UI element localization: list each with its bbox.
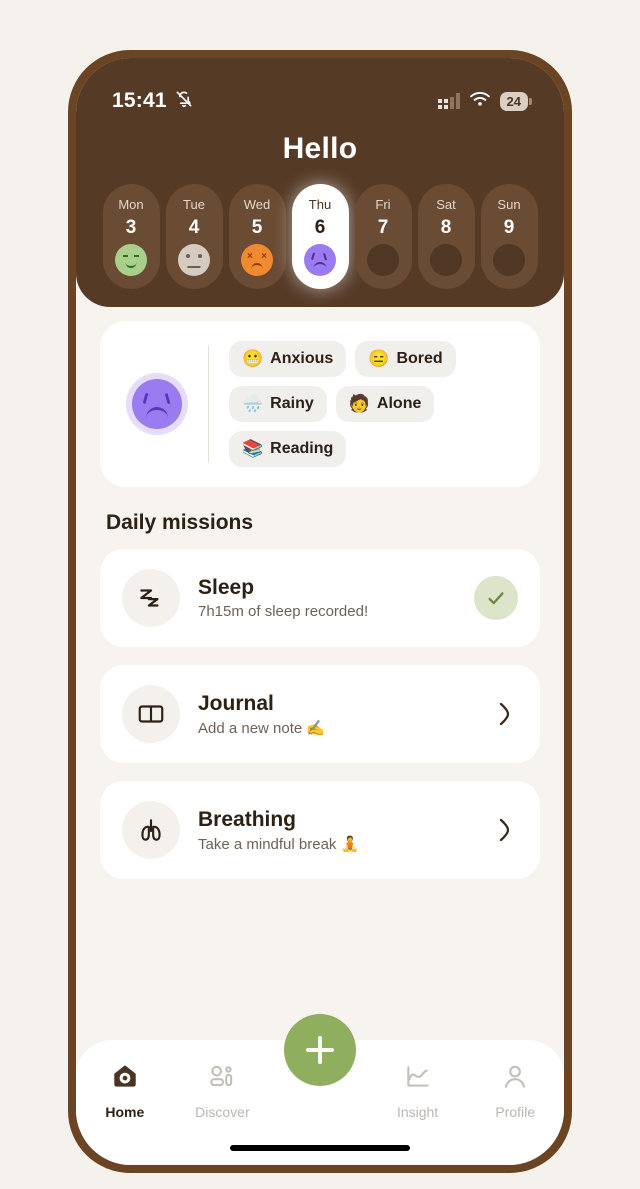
home-indicator <box>230 1145 410 1151</box>
divider <box>208 345 209 463</box>
status-bar-time: 15:41 <box>112 89 167 112</box>
nav-item-profile[interactable]: Profile <box>476 1062 554 1120</box>
tag-emoji-reading: 📚 <box>242 439 264 458</box>
mood-tag[interactable]: 🌧️ Rainy <box>229 386 327 422</box>
discover-icon <box>207 1062 237 1097</box>
chevron-right-icon[interactable] <box>492 701 518 727</box>
mood-tag-list: 😬 Anxious 😑 Bored 🌧️ Rainy 🧑 Alone 📚 Rea… <box>229 341 522 467</box>
section-heading-daily-missions: Daily missions <box>106 511 254 534</box>
nav-item-discover[interactable]: Discover <box>183 1062 261 1120</box>
mood-summary-card[interactable]: 😬 Anxious 😑 Bored 🌧️ Rainy 🧑 Alone 📚 Rea… <box>100 321 540 487</box>
day-name: Wed <box>243 197 271 212</box>
day-number: 3 <box>125 217 137 238</box>
mission-title: Breathing <box>198 807 297 831</box>
day-name: Sat <box>436 197 456 212</box>
lungs-icon <box>122 801 180 859</box>
mood-indicator-empty <box>430 244 462 276</box>
day-number: 9 <box>503 217 515 238</box>
day-pill-mon[interactable]: Mon 3 <box>102 184 160 289</box>
day-number: 5 <box>251 217 263 238</box>
nav-label: Insight <box>396 1104 439 1120</box>
check-icon <box>474 576 518 620</box>
person-icon <box>500 1062 530 1097</box>
mood-indicator-happy <box>115 244 147 276</box>
tag-label: Alone <box>376 395 422 412</box>
chart-line-icon <box>403 1062 433 1097</box>
day-number: 4 <box>188 217 200 238</box>
mission-card-journal[interactable]: Journal Add a new note ✍️ <box>100 665 540 763</box>
day-pill-fri[interactable]: Fri 7 <box>354 184 412 289</box>
sleep-zz-icon <box>122 569 180 627</box>
mood-tag[interactable]: 😑 Bored <box>355 341 456 377</box>
tag-label: Anxious <box>270 350 334 367</box>
nav-item-insight[interactable]: Insight <box>379 1062 457 1120</box>
mission-title: Journal <box>198 691 274 715</box>
day-name: Thu <box>308 197 332 212</box>
day-pill-sun[interactable]: Sun 9 <box>480 184 538 289</box>
day-name: Tue <box>183 197 205 212</box>
nav-label: Discover <box>195 1104 250 1120</box>
mood-tag[interactable]: 📚 Reading <box>229 431 347 467</box>
week-day-selector: Mon 3 Tue 4 Wed 5 × × Thu 6 Fri 7 Sat 8 … <box>76 184 564 289</box>
mission-title: Sleep <box>198 576 255 599</box>
screen-body: 😬 Anxious 😑 Bored 🌧️ Rainy 🧑 Alone 📚 Rea… <box>76 307 564 879</box>
signal-bars-icon <box>437 93 460 109</box>
app-header: 15:41 24 Hello Mon 3 Tue 4 Wed 5 × × Thu… <box>76 58 564 307</box>
chevron-right-icon[interactable] <box>492 817 518 843</box>
phone-frame: 15:41 24 Hello Mon 3 Tue 4 Wed 5 × × Thu… <box>68 50 572 1173</box>
mood-indicator-empty <box>493 244 525 276</box>
day-pill-sat[interactable]: Sat 8 <box>417 184 475 289</box>
tag-label: Bored <box>396 350 443 367</box>
tag-emoji-alone: 🧑 <box>348 394 370 413</box>
tag-emoji-bored: 😑 <box>368 349 390 368</box>
nav-label: Profile <box>495 1104 536 1120</box>
phone-screen: 15:41 24 Hello Mon 3 Tue 4 Wed 5 × × Thu… <box>76 58 564 1165</box>
tag-emoji-anxious: 😬 <box>242 349 264 368</box>
day-pill-thu[interactable]: Thu 6 <box>291 184 349 289</box>
add-entry-fab[interactable] <box>284 1014 356 1086</box>
mission-subtitle: 7h15m of sleep recorded! <box>198 603 369 620</box>
battery-indicator: 24 <box>499 91 533 111</box>
wifi-icon <box>469 91 491 112</box>
day-name: Mon <box>118 197 144 212</box>
mission-card-sleep[interactable]: Sleep 7h15m of sleep recorded! <box>100 549 540 647</box>
mood-tag[interactable]: 🧑 Alone <box>335 386 435 422</box>
tag-emoji-rainy: 🌧️ <box>242 394 264 413</box>
mood-indicator-neutral <box>178 244 210 276</box>
tag-label: Rainy <box>270 395 314 412</box>
mission-subtitle: Take a mindful break 🧘 <box>198 835 360 853</box>
day-number: 7 <box>377 217 389 238</box>
nav-label: Home <box>105 1104 145 1120</box>
mood-indicator-empty <box>367 244 399 276</box>
bell-muted-icon <box>174 89 194 114</box>
day-pill-tue[interactable]: Tue 4 <box>165 184 223 289</box>
mission-subtitle: Add a new note ✍️ <box>198 719 326 737</box>
bottom-navigation: Home Discover Insight Profile <box>76 1014 564 1165</box>
day-number: 8 <box>440 217 452 238</box>
tag-label: Reading <box>270 440 334 457</box>
mood-tag[interactable]: 😬 Anxious <box>229 341 347 377</box>
mood-indicator-sad <box>304 244 336 276</box>
day-name: Fri <box>375 197 391 212</box>
day-name: Sun <box>497 197 521 212</box>
book-icon <box>122 685 180 743</box>
mood-indicator-awful: × × <box>241 244 273 276</box>
day-number: 6 <box>314 217 326 238</box>
greeting-title: Hello <box>282 132 358 165</box>
day-pill-wed[interactable]: Wed 5 × × <box>228 184 286 289</box>
birdhouse-icon <box>110 1062 140 1097</box>
mission-card-breathing[interactable]: Breathing Take a mindful break 🧘 <box>100 781 540 879</box>
nav-item-home[interactable]: Home <box>86 1062 164 1120</box>
status-bar: 15:41 24 <box>76 84 564 118</box>
mood-avatar <box>126 373 188 435</box>
sad-face-icon <box>132 379 182 429</box>
